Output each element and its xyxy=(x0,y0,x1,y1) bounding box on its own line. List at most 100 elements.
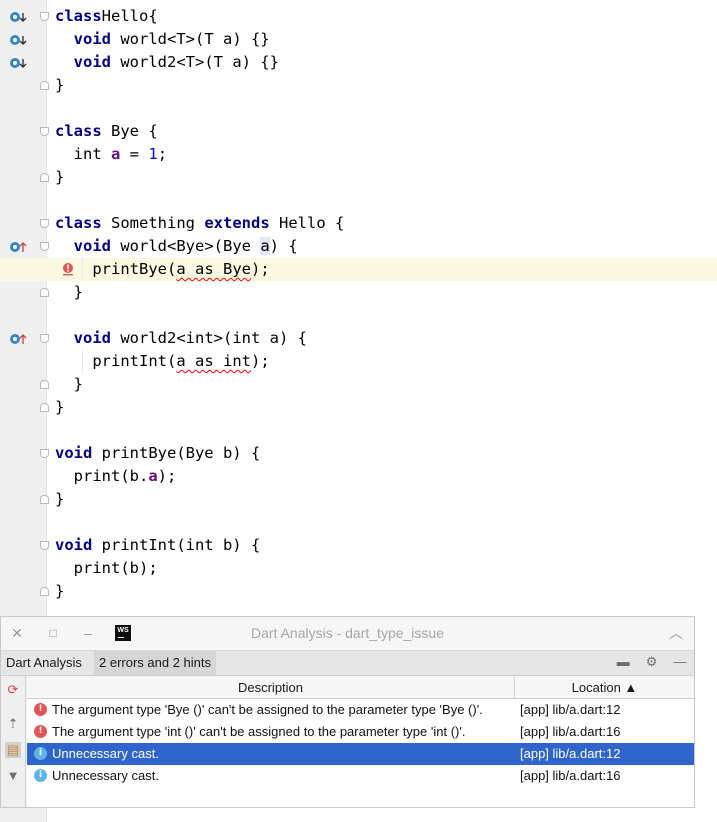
code-text: } xyxy=(55,490,65,508)
code-line[interactable] xyxy=(0,304,717,327)
code-text: classHello{ xyxy=(55,7,158,25)
code-text: void world<T>(T a) {} xyxy=(73,30,270,48)
dart-analysis-tool-window: ✕ □ – WS Dart Analysis - dart_type_issue… xyxy=(0,616,695,808)
code-text: class Bye { xyxy=(55,122,158,140)
row-description: The argument type 'int ()' can't be assi… xyxy=(52,724,466,739)
fold-end-icon[interactable] xyxy=(40,288,49,297)
row-location: [app] lib/a.dart:12 xyxy=(520,746,621,761)
code-text: void printInt(int b) { xyxy=(55,536,261,554)
info-icon: i xyxy=(34,769,47,782)
gear-icon[interactable]: ⚙ xyxy=(644,654,660,670)
code-line[interactable]: int a = 1; xyxy=(0,143,717,166)
comment-icon[interactable]: ▬ xyxy=(615,654,631,670)
table-row[interactable]: ! The argument type 'int ()' can't be ass… xyxy=(27,721,694,743)
code-text: print(b.a); xyxy=(55,467,177,485)
code-line[interactable]: void printInt(int b) { xyxy=(0,534,717,557)
error-icon: ! xyxy=(34,703,47,716)
row-location: [app] lib/a.dart:12 xyxy=(520,702,621,717)
row-description: The argument type 'Bye ()' can't be assi… xyxy=(52,702,483,717)
code-line[interactable]: void world2<T>(T a) {} xyxy=(0,51,717,74)
fold-collapse-icon[interactable] xyxy=(40,12,49,21)
table-row[interactable]: i Unnecessary cast. [app] lib/a.dart:16 xyxy=(27,765,694,787)
code-line[interactable]: } xyxy=(0,166,717,189)
fold-end-icon[interactable] xyxy=(40,380,49,389)
code-text: } xyxy=(55,375,83,393)
implemented-method-icon[interactable] xyxy=(8,33,28,47)
code-line[interactable]: } xyxy=(0,281,717,304)
tool-window-title-bar: ✕ □ – WS Dart Analysis - dart_type_issue… xyxy=(1,617,694,650)
code-text: void world2<T>(T a) {} xyxy=(73,53,279,71)
tool-window-tabs: Dart Analysis 2 errors and 2 hints ▬ ⚙ — xyxy=(1,650,694,676)
code-text: class Something extends Hello { xyxy=(55,214,345,232)
filter-icon[interactable]: ▼ xyxy=(5,768,21,784)
code-line[interactable] xyxy=(0,511,717,534)
implemented-method-icon[interactable] xyxy=(8,56,28,70)
table-header: Description Location ▲ xyxy=(27,677,694,699)
refresh-icon[interactable]: ⟳ xyxy=(5,682,21,698)
fold-end-icon[interactable] xyxy=(40,495,49,504)
hide-icon[interactable]: — xyxy=(672,654,688,670)
tool-window-title: Dart Analysis - dart_type_issue xyxy=(251,625,444,641)
fold-collapse-icon[interactable] xyxy=(40,449,49,458)
code-line[interactable]: } xyxy=(0,373,717,396)
row-description: Unnecessary cast. xyxy=(52,768,159,783)
overrides-method-icon[interactable] xyxy=(8,332,28,346)
code-line[interactable] xyxy=(0,419,717,442)
row-location: [app] lib/a.dart:16 xyxy=(520,768,621,783)
code-line[interactable]: } xyxy=(0,74,717,97)
code-line[interactable]: class Something extends Hello { xyxy=(0,212,717,235)
code-text: printBye(a as Bye); xyxy=(55,260,270,278)
tab-errors-hints[interactable]: 2 errors and 2 hints xyxy=(94,651,217,675)
code-text: void world2<int>(int a) { xyxy=(73,329,307,347)
code-line[interactable]: printBye(a as Bye); xyxy=(0,258,717,281)
fold-collapse-icon[interactable] xyxy=(40,541,49,550)
code-text: void world<Bye>(Bye a) { xyxy=(73,237,298,255)
code-text: int a = 1; xyxy=(55,145,168,163)
code-line[interactable]: void printBye(Bye b) { xyxy=(0,442,717,465)
code-text: print(b); xyxy=(55,559,158,577)
error-icon: ! xyxy=(34,725,47,738)
side-toolbar: ⟳ ⇡ ▤ ▼ xyxy=(1,676,26,807)
code-line[interactable]: print(b.a); xyxy=(0,465,717,488)
chevron-up-icon[interactable]: ︿ xyxy=(668,625,684,641)
code-line[interactable] xyxy=(0,97,717,120)
table-row[interactable]: ! The argument type 'Bye ()' can't be ass… xyxy=(27,699,694,721)
fold-collapse-icon[interactable] xyxy=(40,127,49,136)
info-icon: i xyxy=(34,747,47,760)
fold-end-icon[interactable] xyxy=(40,173,49,182)
fold-end-icon[interactable] xyxy=(40,81,49,90)
overrides-method-icon[interactable] xyxy=(8,240,28,254)
code-line[interactable]: } xyxy=(0,580,717,603)
column-location[interactable]: Location ▲ xyxy=(515,677,694,698)
code-line[interactable]: print(b); xyxy=(0,557,717,580)
code-line[interactable]: } xyxy=(0,396,717,419)
analysis-table: Description Location ▲ ! The argument typ… xyxy=(27,677,694,807)
code-line[interactable] xyxy=(0,189,717,212)
code-text: } xyxy=(55,398,65,416)
tab-toolbar: ▬ ⚙ — xyxy=(607,654,688,672)
code-line[interactable]: classHello{ xyxy=(0,5,717,28)
fold-end-icon[interactable] xyxy=(40,403,49,412)
code-text: } xyxy=(55,76,65,94)
row-description: Unnecessary cast. xyxy=(52,746,159,761)
row-location: [app] lib/a.dart:16 xyxy=(520,724,621,739)
code-text: void printBye(Bye b) { xyxy=(55,444,261,462)
group-by-file-icon[interactable]: ▤ xyxy=(5,742,21,758)
implemented-method-icon[interactable] xyxy=(8,10,28,24)
code-line[interactable]: printInt(a as int); xyxy=(0,350,717,373)
table-row[interactable]: i Unnecessary cast. [app] lib/a.dart:12 xyxy=(27,743,694,765)
code-text: } xyxy=(55,168,65,186)
fold-collapse-icon[interactable] xyxy=(40,242,49,251)
code-line[interactable]: void world<Bye>(Bye a) { xyxy=(0,235,717,258)
column-description[interactable]: Description xyxy=(27,677,514,698)
code-line[interactable]: class Bye { xyxy=(0,120,717,143)
fold-end-icon[interactable] xyxy=(40,587,49,596)
code-text: printInt(a as int); xyxy=(55,352,270,370)
fold-collapse-icon[interactable] xyxy=(40,334,49,343)
expand-all-icon[interactable]: ⇡ xyxy=(5,716,21,732)
code-line[interactable]: void world2<int>(int a) { xyxy=(0,327,717,350)
tab-dart-analysis[interactable]: Dart Analysis xyxy=(1,651,87,675)
code-line[interactable]: void world<T>(T a) {} xyxy=(0,28,717,51)
fold-collapse-icon[interactable] xyxy=(40,219,49,228)
code-line[interactable]: } xyxy=(0,488,717,511)
